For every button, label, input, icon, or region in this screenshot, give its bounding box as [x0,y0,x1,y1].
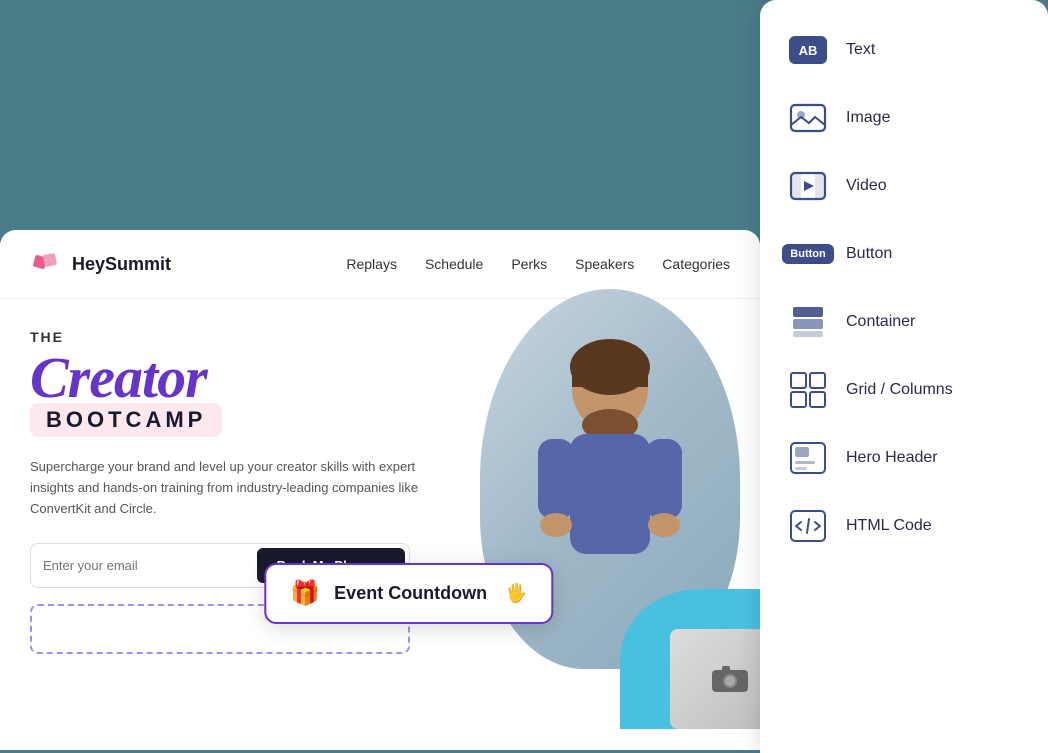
widget-item-html-code[interactable]: HTML Code [760,492,1048,560]
widget-list: AB Text Image [760,0,1048,576]
grid-widget-icon [788,370,828,410]
nav-replays[interactable]: Replays [346,256,397,272]
widget-label-html-code: HTML Code [846,517,932,535]
widget-panel: AB Text Image [760,0,1048,753]
ab-icon: AB [789,36,827,64]
grid-icon-svg [789,371,827,409]
nav-links: Replays Schedule Perks Speakers Categori… [346,256,730,272]
widget-item-text[interactable]: AB Text [760,16,1048,84]
title-bootcamp-wrap: BOOTCAMP [30,403,222,437]
text-widget-icon: AB [788,30,828,70]
image-icon-svg [789,99,827,137]
widget-item-video[interactable]: Video [760,152,1048,220]
widget-item-hero-header[interactable]: Hero Header [760,424,1048,492]
image-widget-icon [788,98,828,138]
widget-label-button: Button [846,245,892,263]
video-widget-icon [788,166,828,206]
camera-icon [710,664,750,694]
website-preview: HeySummit Replays Schedule Perks Speaker… [0,0,760,753]
hero-header-widget-icon [788,438,828,478]
hero-title-area: THE Creator BOOTCAMP [30,329,430,437]
container-widget-icon [788,302,828,342]
container-icon-svg [789,303,827,341]
countdown-widget-label: Event Countdown [334,583,487,604]
hero-header-icon-svg [789,439,827,477]
title-the: THE [30,329,430,345]
button-widget-icon: Button [788,234,828,274]
logo-icon [30,248,62,280]
hero-right [480,289,760,709]
logo-text: HeySummit [72,254,171,275]
email-input[interactable] [43,558,257,573]
event-countdown-widget[interactable]: 🎁 Event Countdown 🖐 [264,563,553,624]
widget-item-image[interactable]: Image [760,84,1048,152]
nav-speakers[interactable]: Speakers [575,256,634,272]
hero-content: THE Creator BOOTCAMP Supercharge your br… [0,299,760,750]
title-creator: Creator [30,349,430,407]
video-icon-svg [789,167,827,205]
widget-item-grid[interactable]: Grid / Columns [760,356,1048,424]
nav-schedule[interactable]: Schedule [425,256,483,272]
widget-item-button[interactable]: Button Button [760,220,1048,288]
widget-label-video: Video [846,177,887,195]
widget-label-container: Container [846,313,915,331]
html-code-widget-icon [788,506,828,546]
camera-thumbnail [670,629,760,729]
widget-label-hero-header: Hero Header [846,449,938,467]
widget-label-image: Image [846,109,890,127]
nav-perks[interactable]: Perks [511,256,547,272]
button-icon: Button [782,244,833,264]
widget-label-grid: Grid / Columns [846,381,953,399]
countdown-widget-icon: 🎁 [290,579,320,608]
title-bootcamp: BOOTCAMP [46,407,206,433]
widget-item-container[interactable]: Container [760,288,1048,356]
html-code-icon-svg [789,507,827,545]
hero-description: Supercharge your brand and level up your… [30,457,430,519]
widget-label-text: Text [846,41,875,59]
nav-categories[interactable]: Categories [662,256,730,272]
hero-left: THE Creator BOOTCAMP Supercharge your br… [30,329,430,750]
logo-area: HeySummit [30,248,171,280]
website-card: HeySummit Replays Schedule Perks Speaker… [0,230,760,750]
drag-cursor-icon: 🖐 [505,583,527,604]
